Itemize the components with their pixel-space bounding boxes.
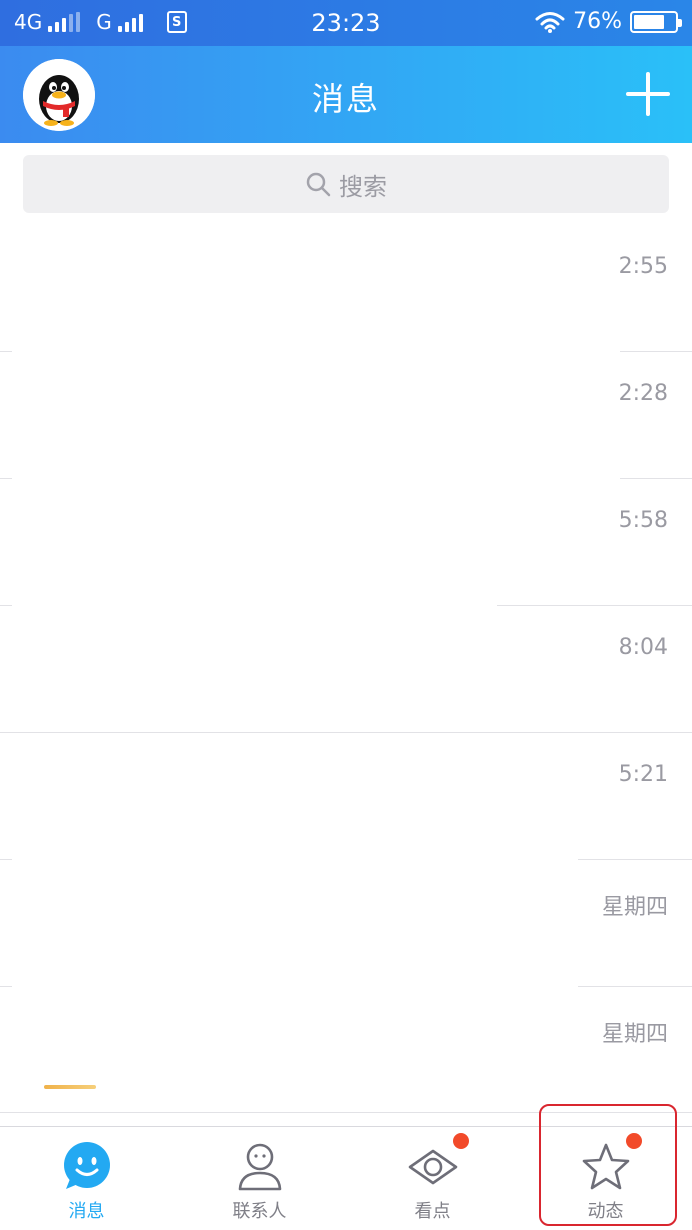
- star-icon: [582, 1143, 629, 1190]
- conversation-item[interactable]: 5:21: [0, 732, 692, 859]
- conversation-time: 星期四: [601, 1022, 668, 1047]
- search-input[interactable]: 搜索: [23, 155, 669, 213]
- app-header: 消息: [0, 46, 692, 143]
- status-bar: 4G G S 23:23 76%: [0, 0, 692, 46]
- person-icon: [238, 1143, 281, 1191]
- bottom-tab-bar: 消息 联系人 看点 动态: [0, 1126, 692, 1230]
- page-title: 消息: [311, 80, 380, 118]
- tab-label: 消息: [68, 1201, 105, 1222]
- conversation-time: 5:58: [618, 508, 668, 533]
- conversation-item[interactable]: 8:04: [0, 605, 692, 732]
- conversation-item[interactable]: 星期四: [0, 859, 692, 986]
- conversation-time: 星期四: [601, 895, 668, 920]
- battery-percent: 76%: [573, 9, 622, 34]
- notification-badge: [453, 1133, 469, 1149]
- status-right: 76%: [535, 9, 682, 34]
- tab-contacts[interactable]: 联系人: [173, 1127, 346, 1230]
- conversation-item[interactable]: 星期四: [0, 986, 692, 1113]
- battery-icon: [630, 10, 682, 33]
- tab-label: 动态: [587, 1201, 624, 1222]
- conversation-time: 2:28: [618, 381, 668, 406]
- message-bubble-icon: [63, 1142, 110, 1189]
- tab-kandian[interactable]: 看点: [346, 1127, 519, 1230]
- tab-messages[interactable]: 消息: [0, 1127, 173, 1230]
- tab-label: 看点: [414, 1201, 451, 1222]
- add-button[interactable]: [626, 72, 670, 116]
- wifi-icon: [535, 11, 565, 33]
- tab-feeds[interactable]: 动态: [519, 1127, 692, 1230]
- conversation-item[interactable]: 2:28: [0, 351, 692, 478]
- eye-icon: [408, 1149, 457, 1185]
- conversation-item[interactable]: 2:55: [0, 224, 692, 351]
- conversation-avatar-partial: [44, 1085, 96, 1089]
- search-icon: [306, 172, 331, 197]
- conversation-item[interactable]: 5:58: [0, 478, 692, 605]
- conversation-time: 5:21: [618, 762, 668, 787]
- notification-badge: [626, 1133, 642, 1149]
- tab-label: 联系人: [232, 1201, 287, 1222]
- conversation-time: 2:55: [618, 254, 668, 279]
- battery-level: [634, 14, 665, 29]
- divider: [0, 1112, 692, 1113]
- search-placeholder: 搜索: [339, 172, 387, 201]
- conversation-time: 8:04: [618, 635, 668, 660]
